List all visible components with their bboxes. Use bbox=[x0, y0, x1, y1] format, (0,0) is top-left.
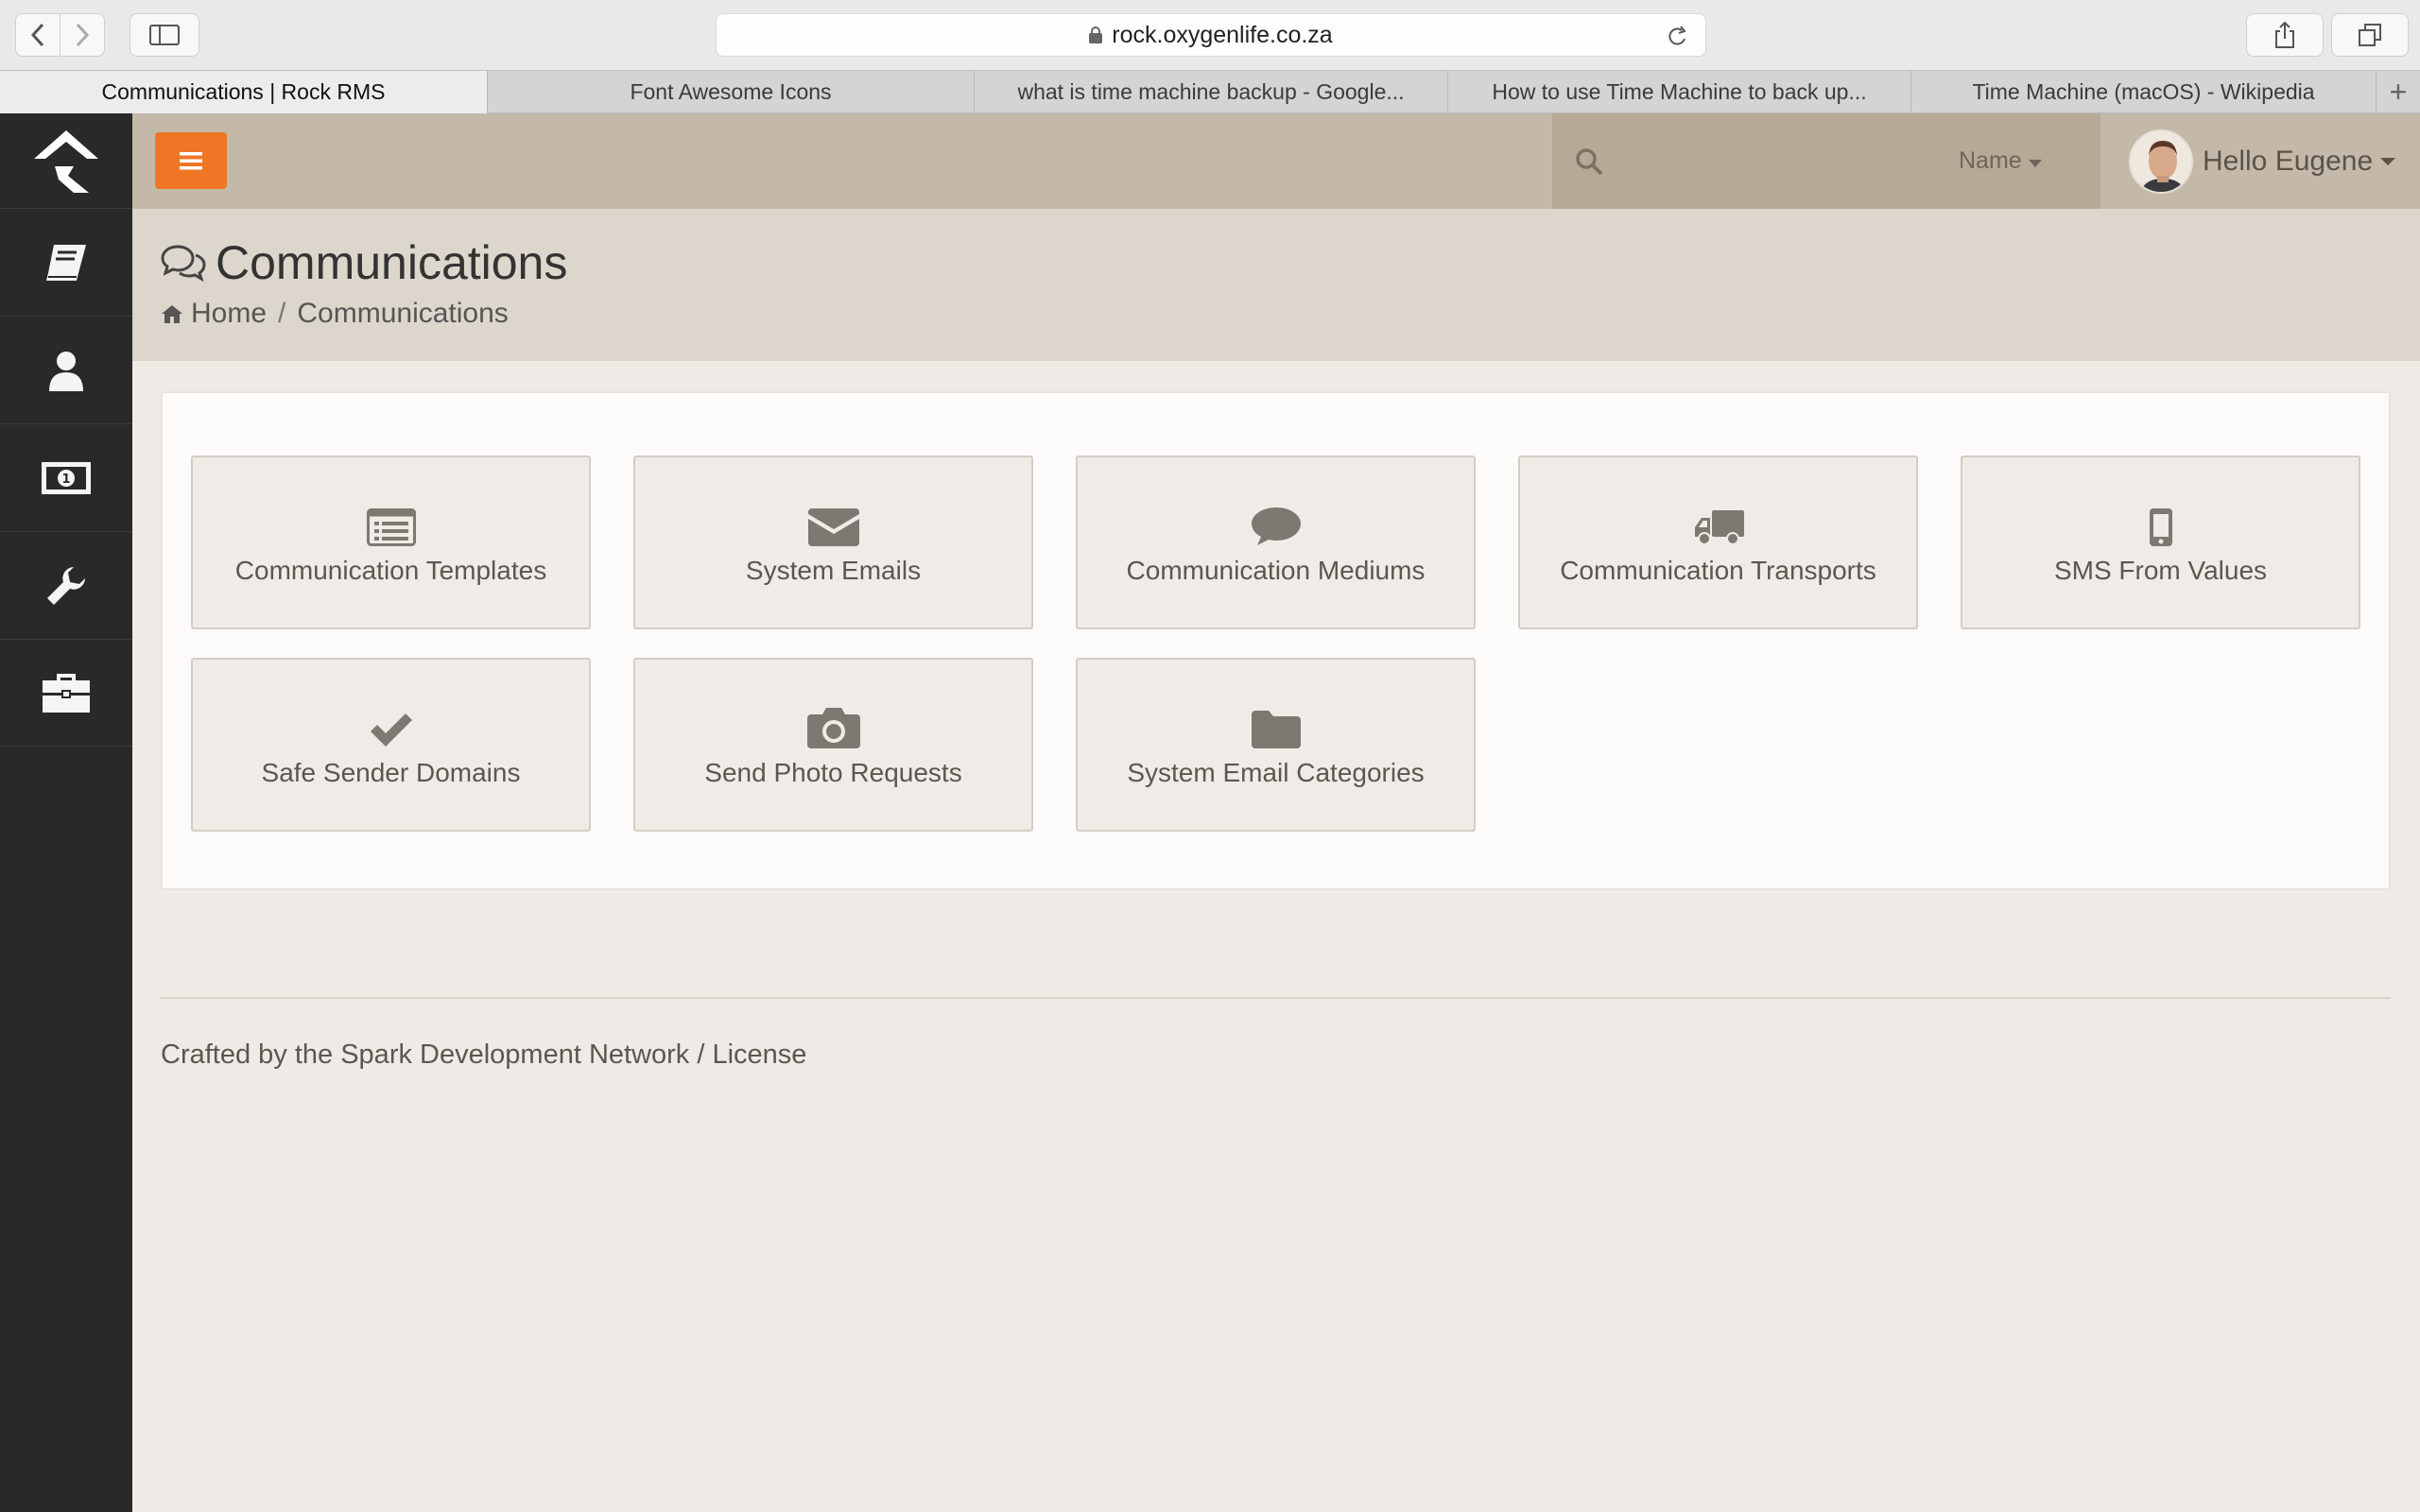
forward-button[interactable] bbox=[60, 13, 105, 57]
hamburger-icon bbox=[180, 152, 202, 170]
breadcrumb: Home / Communications bbox=[161, 298, 509, 330]
system-email-categories-tile[interactable]: System Email Categories bbox=[1076, 658, 1476, 832]
briefcase-icon bbox=[43, 674, 90, 713]
person-photo bbox=[2131, 131, 2191, 192]
envelope-icon bbox=[807, 508, 859, 546]
app-header: Name Hello Eugene bbox=[132, 113, 2420, 209]
search-icon bbox=[1576, 148, 1603, 176]
tile-label: Communication Mediums bbox=[1126, 556, 1426, 585]
tile-label: Communication Transports bbox=[1560, 556, 1876, 585]
wrench-icon bbox=[47, 566, 85, 605]
page-header: Communications Home / Communications bbox=[132, 209, 2420, 361]
system-emails-tile[interactable]: System Emails bbox=[633, 455, 1033, 629]
sidebar-item-people[interactable] bbox=[0, 316, 132, 423]
communication-templates-tile[interactable]: Communication Templates bbox=[191, 455, 591, 629]
address-bar[interactable]: rock.oxygenlife.co.za bbox=[716, 13, 1706, 57]
tile-label: SMS From Values bbox=[2053, 556, 2268, 585]
sidebar-toggle-button[interactable] bbox=[130, 13, 199, 57]
search-filter-dropdown[interactable]: Name bbox=[1959, 147, 2042, 175]
caret-down-icon bbox=[2380, 158, 2396, 165]
tile-label: System Email Categories bbox=[1127, 758, 1425, 787]
chevron-right-icon bbox=[76, 23, 90, 47]
browser-tab[interactable]: what is time machine backup - Google... bbox=[975, 71, 1448, 113]
money-icon: 1 bbox=[42, 461, 91, 494]
truck-icon bbox=[1694, 510, 1744, 545]
folder-icon bbox=[1251, 711, 1301, 748]
sidebar-icon bbox=[149, 25, 180, 45]
browser-tab[interactable]: Communications | Rock RMS bbox=[0, 71, 488, 113]
tile-label: Send Photo Requests bbox=[704, 758, 962, 787]
menu-toggle-button[interactable] bbox=[155, 132, 227, 189]
check-icon bbox=[370, 713, 412, 747]
rock-logo-icon bbox=[34, 130, 98, 193]
breadcrumb-home-link[interactable]: Home bbox=[191, 298, 267, 330]
list-alt-icon bbox=[366, 508, 416, 546]
lock-icon bbox=[1089, 26, 1103, 43]
communication-transports-tile[interactable]: Communication Transports bbox=[1518, 455, 1918, 629]
browser-tab[interactable]: Time Machine (macOS) - Wikipedia bbox=[1911, 71, 2377, 113]
footer-credit: Crafted by the Spark Development Network… bbox=[161, 1040, 807, 1070]
book-icon bbox=[46, 244, 86, 281]
camera-icon bbox=[806, 708, 860, 748]
page-title: Communications bbox=[161, 235, 567, 290]
sidebar-item-admin[interactable] bbox=[0, 639, 132, 747]
user-greeting: Hello Eugene bbox=[2203, 146, 2374, 177]
caret-down-icon bbox=[2028, 160, 2042, 167]
avatar bbox=[2129, 129, 2193, 194]
back-button[interactable] bbox=[15, 13, 60, 57]
reload-icon[interactable] bbox=[1668, 26, 1688, 48]
sidebar-item-content[interactable] bbox=[0, 208, 132, 316]
tile-label: Communication Templates bbox=[234, 556, 547, 585]
breadcrumb-current: Communications bbox=[297, 298, 509, 329]
communication-mediums-tile[interactable]: Communication Mediums bbox=[1076, 455, 1476, 629]
new-tab-button[interactable]: + bbox=[2377, 71, 2420, 112]
tile-label: Safe Sender Domains bbox=[261, 758, 521, 787]
url-text: rock.oxygenlife.co.za bbox=[1112, 21, 1333, 48]
app-sidebar: 1 bbox=[0, 113, 132, 1512]
sms-from-values-tile[interactable]: SMS From Values bbox=[1961, 455, 2360, 629]
comments-icon bbox=[161, 245, 206, 282]
chevron-left-icon bbox=[30, 23, 44, 47]
svg-text:1: 1 bbox=[61, 472, 70, 487]
mobile-icon bbox=[2149, 508, 2172, 546]
rock-logo[interactable] bbox=[0, 113, 132, 208]
home-icon bbox=[162, 305, 182, 323]
sidebar-item-tools[interactable] bbox=[0, 531, 132, 639]
share-icon bbox=[2275, 21, 2294, 48]
show-tabs-button[interactable] bbox=[2331, 13, 2409, 57]
safe-sender-domains-tile[interactable]: Safe Sender Domains bbox=[191, 658, 591, 832]
search-input[interactable]: Name bbox=[1552, 113, 2100, 209]
browser-tab-bar: Communications | Rock RMS Font Awesome I… bbox=[0, 70, 2420, 113]
browser-tab[interactable]: Font Awesome Icons bbox=[488, 71, 975, 113]
browser-toolbar: rock.oxygenlife.co.za bbox=[0, 0, 2420, 70]
browser-tab[interactable]: How to use Time Machine to back up... bbox=[1448, 71, 1911, 113]
footer-divider bbox=[161, 997, 2391, 999]
user-icon bbox=[49, 351, 83, 391]
breadcrumb-separator: / bbox=[278, 298, 286, 329]
share-button[interactable] bbox=[2246, 13, 2324, 57]
sidebar-item-finance[interactable]: 1 bbox=[0, 423, 132, 531]
tabs-icon bbox=[2359, 24, 2381, 46]
content-panel: Communication Templates System Emails Co… bbox=[161, 391, 2391, 890]
comment-icon bbox=[1251, 507, 1301, 545]
tile-label: System Emails bbox=[745, 556, 922, 585]
send-photo-requests-tile[interactable]: Send Photo Requests bbox=[633, 658, 1033, 832]
user-menu[interactable]: Hello Eugene bbox=[2129, 129, 2396, 195]
